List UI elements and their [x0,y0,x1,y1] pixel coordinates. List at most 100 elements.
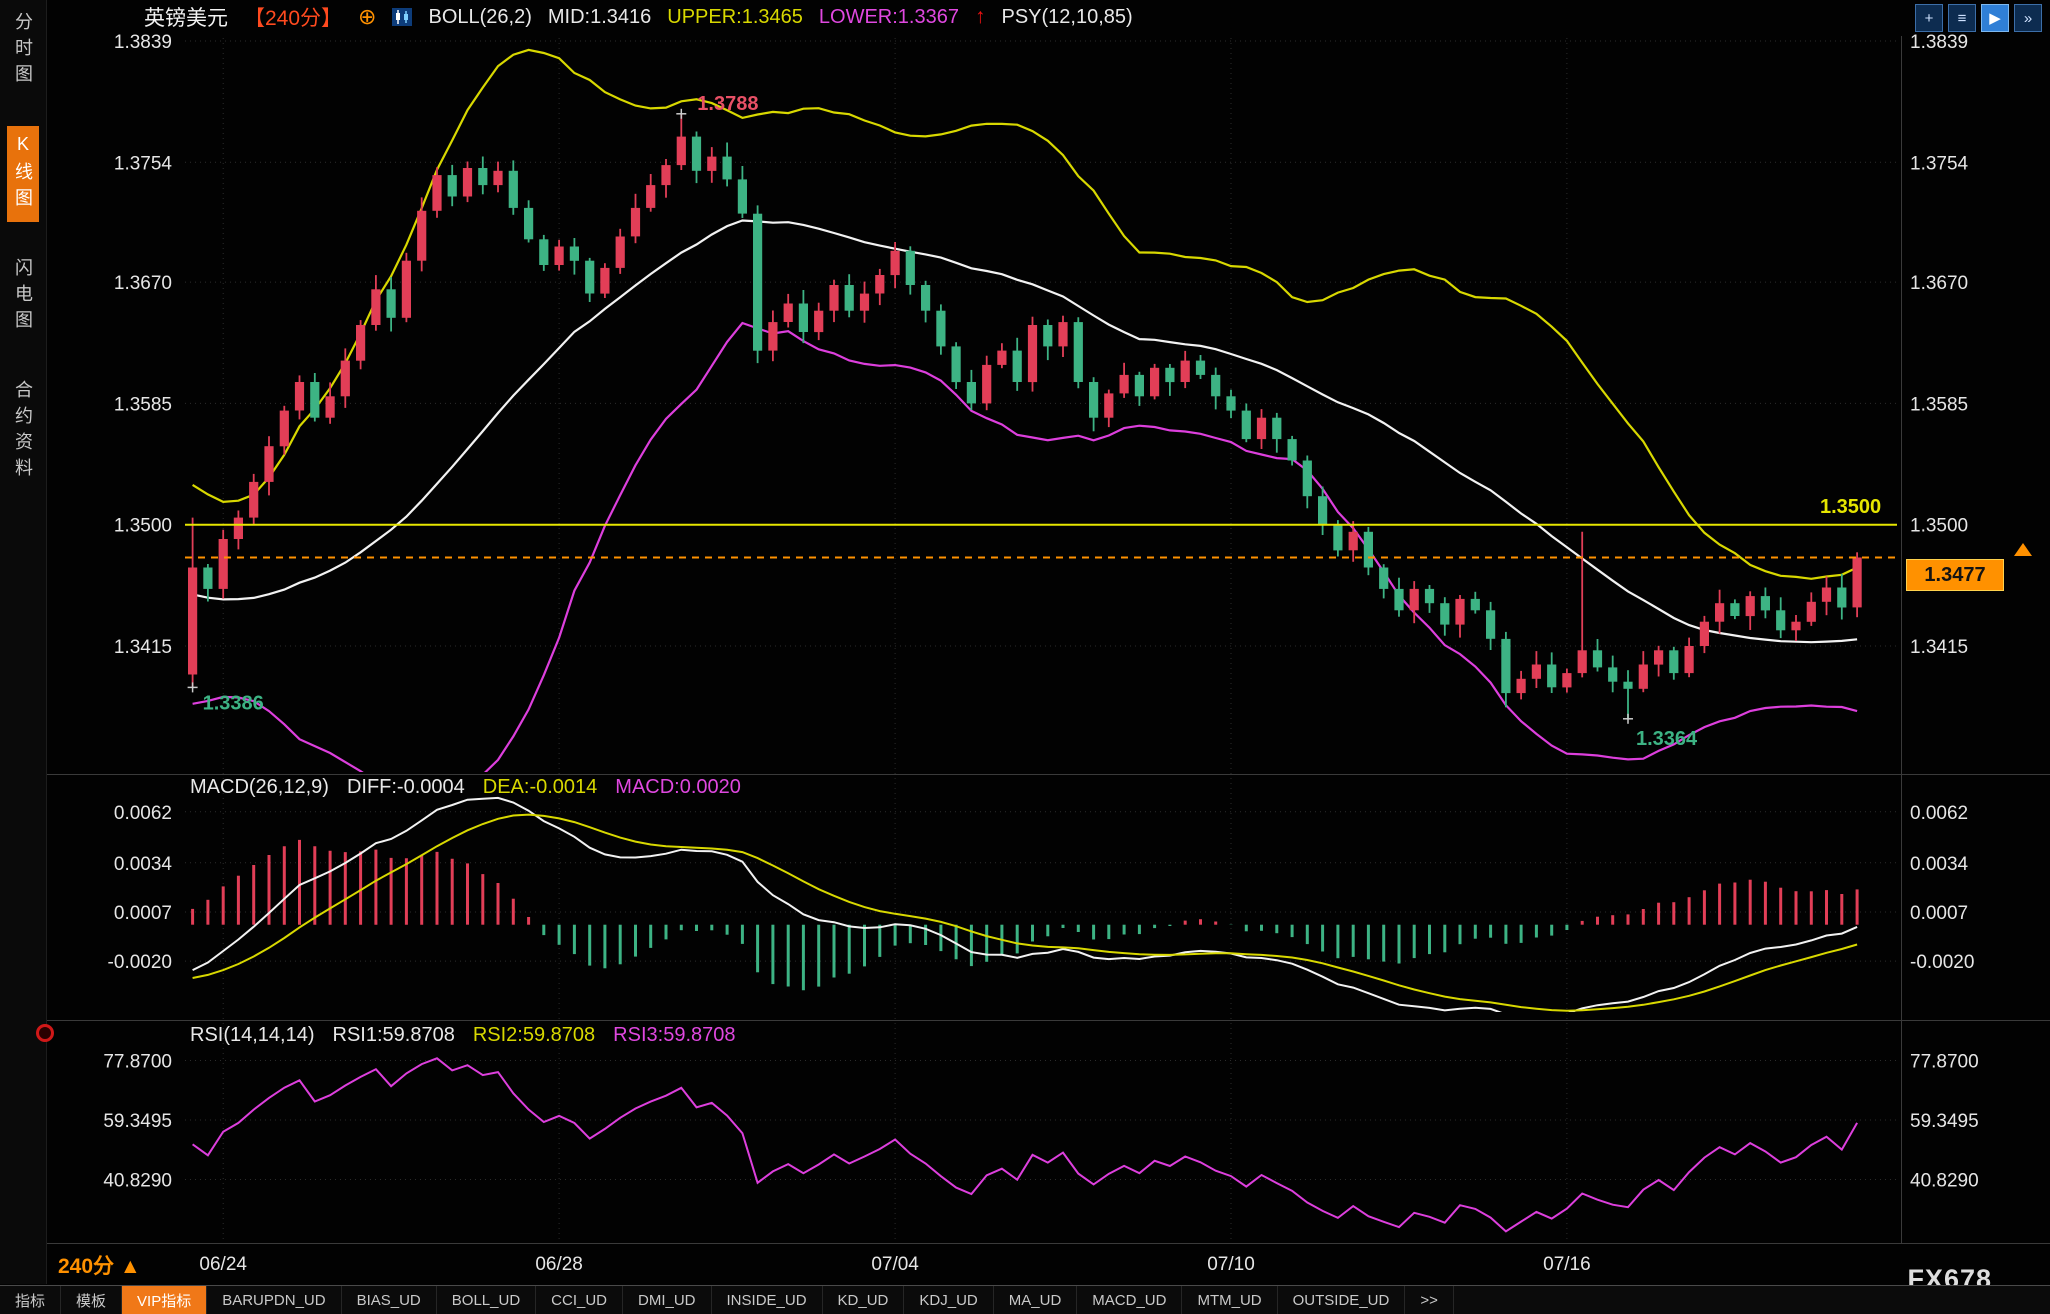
svg-text:1.3839: 1.3839 [1910,32,1968,53]
svg-text:06/28: 06/28 [535,1254,583,1275]
boll-upper-value: UPPER:1.3465 [667,6,803,29]
candles-layer [188,114,1862,719]
tab-6[interactable]: BOLL_UD [437,1286,536,1314]
boll-mid-value: MID:1.3416 [548,6,651,29]
sidebar-item-1[interactable]: 分时图 [7,4,39,98]
svg-text:40.8290: 40.8290 [1910,1171,1979,1192]
tab-8[interactable]: DMI_UD [623,1286,712,1314]
macd-header: MACD(26,12,9) DIFF:-0.0004 DEA:-0.0014 M… [190,776,741,799]
sidebar-item-3[interactable]: 闪电图 [7,250,39,344]
rsi2-value: RSI2:59.8708 [473,1024,595,1047]
svg-text:1.3670: 1.3670 [1910,273,1968,294]
sidebar-item-2[interactable]: K线图 [7,126,39,222]
svg-text:1.3500: 1.3500 [1910,516,1968,537]
macd-name: MACD(26,12,9) [190,776,329,799]
tab-4[interactable]: BARUPDN_UD [207,1286,341,1314]
svg-text:1.3415: 1.3415 [114,637,172,658]
svg-text:0.0062: 0.0062 [1910,803,1968,824]
timeframe-label: 240分 [58,1255,114,1278]
add-indicator-icon[interactable]: ⊕ [358,6,376,28]
boll-lower-line [193,323,1858,798]
boll-upper-line [193,50,1858,579]
svg-text:0.0034: 0.0034 [114,854,173,875]
svg-text:1.3585: 1.3585 [114,394,172,415]
svg-text:07/04: 07/04 [871,1254,919,1275]
price-annotation: 1.3386 [203,692,264,714]
header-bar: 英镑美元 【240分】 ⊕ BOLL(26,2) MID:1.3416 UPPE… [46,0,1133,34]
candlestick-icon [392,8,412,26]
psy-label: PSY(12,10,85) [1001,6,1132,29]
svg-text:40.8290: 40.8290 [103,1171,172,1192]
tab-13[interactable]: MACD_UD [1077,1286,1182,1314]
svg-text:1.3754: 1.3754 [114,153,173,174]
header-toolbar: +≡▶» [1915,4,2042,32]
macd-diff-value: DIFF:-0.0004 [347,776,465,799]
chart-canvas[interactable]: 1.3788 1.3386 1.3364 1.3839 1.3839 1.3754 1.37… [0,0,2050,1285]
macd-dea-line [193,815,1858,1011]
chart-type-sidebar: 分时图 K线图闪电图合约资料 [0,0,47,1284]
svg-text:0.0034: 0.0034 [1910,854,1969,875]
tab-5[interactable]: BIAS_UD [342,1286,437,1314]
symbol-title: 英镑美元 [144,2,228,32]
svg-text:06/24: 06/24 [199,1254,247,1275]
tab-11[interactable]: KDJ_UD [904,1286,993,1314]
svg-text:1.3585: 1.3585 [1910,394,1968,415]
price-annotation: 1.3788 [697,93,758,115]
macd-diff-line [193,798,1858,1016]
price-annotation: 1.3364 [1636,728,1698,750]
indicator-tab-bar: 指标模板VIP指标BARUPDN_UDBIAS_UDBOLL_UDCCI_UDD… [0,1285,2050,1314]
macd-dea-value: DEA:-0.0014 [483,776,598,799]
tab-9[interactable]: INSIDE_UD [712,1286,823,1314]
svg-text:07/16: 07/16 [1543,1254,1591,1275]
svg-text:0.0007: 0.0007 [114,903,172,924]
timeframe-arrow-icon: ▲ [120,1255,141,1278]
svg-text:1.3500: 1.3500 [114,516,172,537]
svg-text:1.3670: 1.3670 [114,273,172,294]
rsi1-value: RSI1:59.8708 [333,1024,455,1047]
sidebar-item-4[interactable]: 合约资料 [7,372,39,492]
svg-text:59.3495: 59.3495 [103,1111,172,1132]
period-tag[interactable]: 【240分】 [244,2,342,32]
tab-16[interactable]: >> [1405,1286,1454,1314]
tab-14[interactable]: MTM_UD [1182,1286,1277,1314]
svg-text:1.3415: 1.3415 [1910,637,1968,658]
tab-12[interactable]: MA_UD [994,1286,1078,1314]
tab-3[interactable]: VIP指标 [122,1286,207,1314]
panel-separators [46,36,2050,1244]
price-up-arrow-icon [2014,543,2032,556]
svg-text:1.3754: 1.3754 [1910,153,1969,174]
tab-10[interactable]: KD_UD [823,1286,905,1314]
panes-layout-icon[interactable]: ≡ [1948,4,1976,32]
resistance-price-label: 1.3500 [1820,496,1881,519]
boll-lower-value: LOWER:1.3367 [819,6,959,29]
tab-2[interactable]: 模板 [61,1286,122,1314]
tab-1[interactable]: 指标 [0,1286,61,1314]
svg-text:0.0007: 0.0007 [1910,903,1968,924]
svg-text:77.8700: 77.8700 [1910,1052,1979,1073]
svg-text:0.0062: 0.0062 [114,803,172,824]
candle-chart-icon[interactable]: ▶ [1981,4,2009,32]
svg-text:-0.0020: -0.0020 [1910,952,1974,973]
svg-text:07/10: 07/10 [1207,1254,1255,1275]
crosshair-icon[interactable]: + [1915,4,1943,32]
tab-7[interactable]: CCI_UD [536,1286,623,1314]
boll-label: BOLL(26,2) [428,6,531,29]
alert-dot-icon [36,1024,54,1042]
rsi-panel [193,1058,1858,1231]
trading-app-window: 1.3788 1.3386 1.3364 1.3839 1.3839 1.3754 1.37… [0,0,2050,1314]
svg-text:59.3495: 59.3495 [1910,1111,1979,1132]
boll-mid-line [193,221,1858,643]
svg-text:77.8700: 77.8700 [103,1052,172,1073]
macd-bar-value: MACD:0.0020 [615,776,741,799]
axis-labels: 1.3839 1.3839 1.3754 1.3754 1.3670 1.3670 1.35… [103,32,1978,1275]
rsi-header: RSI(14,14,14) RSI1:59.8708 RSI2:59.8708 … [190,1024,736,1047]
rsi-line [193,1058,1858,1231]
rsi3-value: RSI3:59.8708 [613,1024,735,1047]
price-annotations: 1.3788 1.3386 1.3364 [188,93,1698,750]
next-page-icon[interactable]: » [2014,4,2042,32]
rsi-name: RSI(14,14,14) [190,1024,315,1047]
svg-text:1.3839: 1.3839 [114,32,172,53]
svg-text:-0.0020: -0.0020 [108,952,172,973]
tab-15[interactable]: OUTSIDE_UD [1278,1286,1406,1314]
timeframe-selector[interactable]: 240分 ▲ [58,1250,141,1280]
